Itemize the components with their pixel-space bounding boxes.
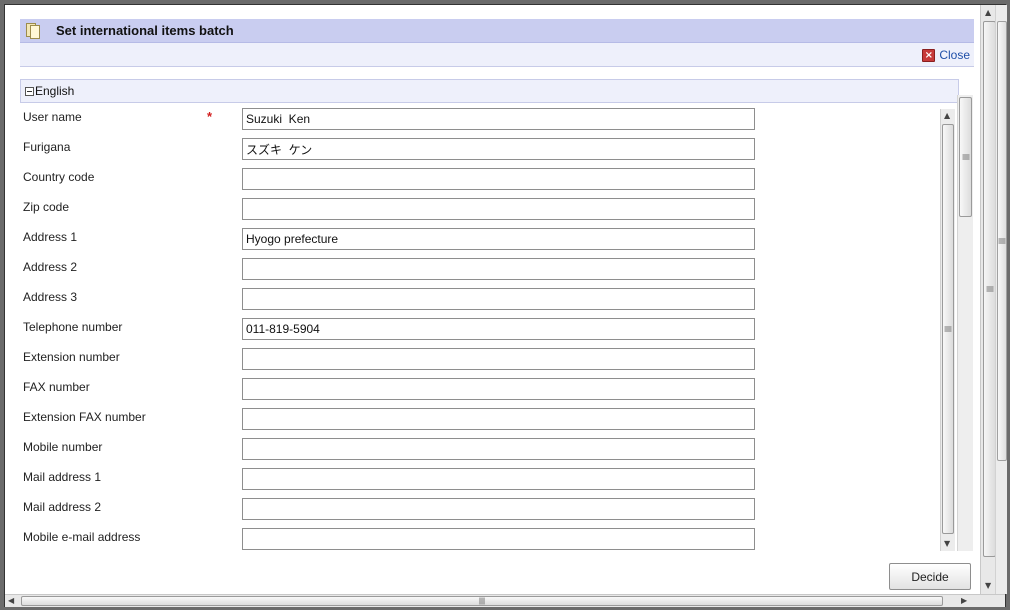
dialog-title: Set international items batch bbox=[56, 23, 234, 38]
form-row-extension-number: Extension number bbox=[20, 343, 940, 373]
field-label: Extension FAX number bbox=[23, 410, 146, 424]
form-row-address-3: Address 3 bbox=[20, 283, 940, 313]
form-row-mobile-number: Mobile number bbox=[20, 433, 940, 463]
form-row-address-2: Address 2 bbox=[20, 253, 940, 283]
scrollbar-thumb[interactable] bbox=[997, 21, 1007, 461]
form-row-telephone-number: Telephone number bbox=[20, 313, 940, 343]
user-name-input[interactable] bbox=[242, 108, 755, 130]
scrollbar-thumb[interactable] bbox=[959, 97, 972, 217]
scroll-up-arrow-icon[interactable]: ▲ bbox=[944, 111, 950, 121]
field-label: Telephone number bbox=[23, 320, 123, 334]
form-area: User name * Furigana Country code Zip co… bbox=[20, 103, 959, 551]
scroll-left-arrow-icon[interactable]: ◀ bbox=[8, 596, 14, 606]
field-label: User name bbox=[23, 110, 82, 124]
country-code-input[interactable] bbox=[242, 168, 755, 190]
field-label: Address 1 bbox=[23, 230, 78, 244]
address-3-input[interactable] bbox=[242, 288, 755, 310]
address-2-input[interactable] bbox=[242, 258, 755, 280]
field-label: Mail address 1 bbox=[23, 470, 102, 484]
form-row-mail-address-1: Mail address 1 bbox=[20, 463, 940, 493]
scroll-right-arrow-icon[interactable]: ▶ bbox=[961, 596, 967, 606]
dialog-title-bar: Set international items batch bbox=[20, 19, 974, 43]
mail-address-1-input[interactable] bbox=[242, 468, 755, 490]
extension-fax-number-input[interactable] bbox=[242, 408, 755, 430]
form-row-mail-address-2: Mail address 2 bbox=[20, 493, 940, 523]
extension-number-input[interactable] bbox=[242, 348, 755, 370]
close-button[interactable]: × Close bbox=[922, 48, 970, 62]
telephone-number-input[interactable] bbox=[242, 318, 755, 340]
form-row-user-name: User name * bbox=[20, 103, 940, 133]
form-vertical-scrollbar[interactable]: ▲ ▼ bbox=[940, 109, 955, 551]
form-row-zip-code: Zip code bbox=[20, 193, 940, 223]
form-row-address-1: Address 1 bbox=[20, 223, 940, 253]
zip-code-input[interactable] bbox=[242, 198, 755, 220]
collapse-minus-icon[interactable] bbox=[25, 86, 34, 96]
decide-button[interactable]: Decide bbox=[889, 563, 971, 590]
field-label: Extension number bbox=[23, 350, 120, 364]
mobile-number-input[interactable] bbox=[242, 438, 755, 460]
field-label: FAX number bbox=[23, 380, 90, 394]
address-1-input[interactable] bbox=[242, 228, 755, 250]
form-row-furigana: Furigana bbox=[20, 133, 940, 163]
scroll-down-arrow-icon[interactable]: ▼ bbox=[944, 539, 950, 549]
mobile-email-address-input[interactable] bbox=[242, 528, 755, 550]
scrollbar-thumb[interactable] bbox=[21, 596, 943, 606]
scroll-up-arrow-icon[interactable]: ▲ bbox=[985, 8, 991, 18]
field-label: Mail address 2 bbox=[23, 500, 102, 514]
documents-icon bbox=[26, 22, 40, 39]
dialog-toolbar: × Close bbox=[20, 43, 974, 67]
close-icon: × bbox=[922, 48, 936, 62]
horizontal-scrollbar[interactable]: ◀ ▶ bbox=[5, 594, 1005, 607]
dialog-vertical-scrollbar[interactable] bbox=[957, 95, 973, 551]
field-label: Zip code bbox=[23, 200, 70, 214]
section-header-english[interactable]: English bbox=[20, 79, 959, 103]
field-label: Address 3 bbox=[23, 290, 78, 304]
mail-address-2-input[interactable] bbox=[242, 498, 755, 520]
form-row-mobile-email-address: Mobile e-mail address bbox=[20, 523, 940, 551]
fax-number-input[interactable] bbox=[242, 378, 755, 400]
field-label: Furigana bbox=[23, 140, 71, 154]
form-row-fax-number: FAX number bbox=[20, 373, 940, 403]
furigana-input[interactable] bbox=[242, 138, 755, 160]
scroll-down-arrow-icon[interactable]: ▼ bbox=[985, 581, 991, 591]
field-label: Mobile number bbox=[23, 440, 103, 454]
scrollbar-thumb[interactable] bbox=[942, 124, 954, 534]
field-label: Mobile e-mail address bbox=[23, 530, 141, 544]
required-marker: * bbox=[207, 109, 213, 124]
form-row-extension-fax-number: Extension FAX number bbox=[20, 403, 940, 433]
section-title: English bbox=[35, 84, 75, 98]
field-label: Country code bbox=[23, 170, 95, 184]
dialog-frame: Set international items batch × Close En… bbox=[4, 4, 1007, 607]
field-label: Address 2 bbox=[23, 260, 78, 274]
page-vertical-scrollbar[interactable] bbox=[995, 5, 1007, 594]
close-label: Close bbox=[939, 48, 970, 62]
form-row-country-code: Country code bbox=[20, 163, 940, 193]
